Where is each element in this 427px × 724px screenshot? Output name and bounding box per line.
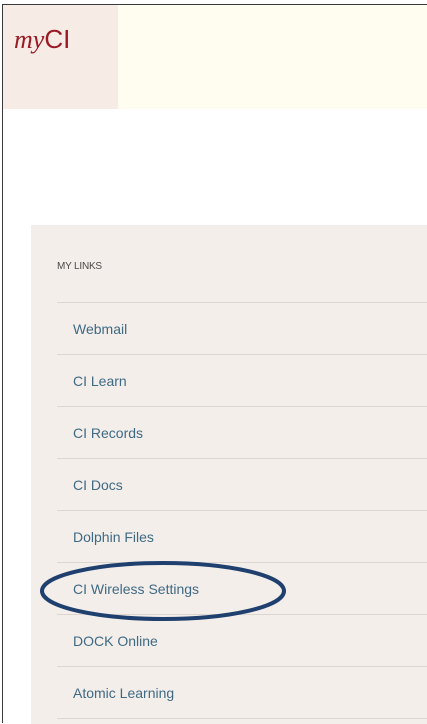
link-ci-records[interactable]: CI Records: [73, 425, 143, 441]
page-frame: myCI MY LINKS Webmail CI Learn CI Record…: [2, 4, 427, 724]
link-ci-docs[interactable]: CI Docs: [73, 477, 123, 493]
list-item: CI Records: [57, 407, 427, 459]
logo-prefix: my: [14, 25, 45, 54]
link-atomic-learning[interactable]: Atomic Learning: [73, 685, 174, 701]
my-links-heading: MY LINKS: [57, 261, 102, 272]
list-item: DOCK Online: [57, 615, 427, 667]
link-webmail[interactable]: Webmail: [73, 321, 127, 337]
mycI-logo[interactable]: myCI: [14, 26, 70, 53]
link-dolphin-files[interactable]: Dolphin Files: [73, 529, 154, 545]
link-dock-online[interactable]: DOCK Online: [73, 633, 158, 649]
link-ci-wireless-settings[interactable]: CI Wireless Settings: [73, 581, 199, 597]
logo-box[interactable]: myCI: [3, 5, 118, 109]
list-item: CI Wireless Settings: [57, 563, 427, 615]
list-item: CI Docs: [57, 459, 427, 511]
my-links-panel: MY LINKS Webmail CI Learn CI Records CI …: [31, 225, 427, 724]
list-item: Atomic Learning: [57, 667, 427, 719]
my-links-list: Webmail CI Learn CI Records CI Docs Dolp…: [57, 302, 427, 719]
list-item: Webmail: [57, 303, 427, 355]
list-item: Dolphin Files: [57, 511, 427, 563]
top-bar: myCI: [3, 5, 427, 109]
logo-name: CI: [44, 24, 71, 54]
list-item: CI Learn: [57, 355, 427, 407]
link-ci-learn[interactable]: CI Learn: [73, 373, 127, 389]
